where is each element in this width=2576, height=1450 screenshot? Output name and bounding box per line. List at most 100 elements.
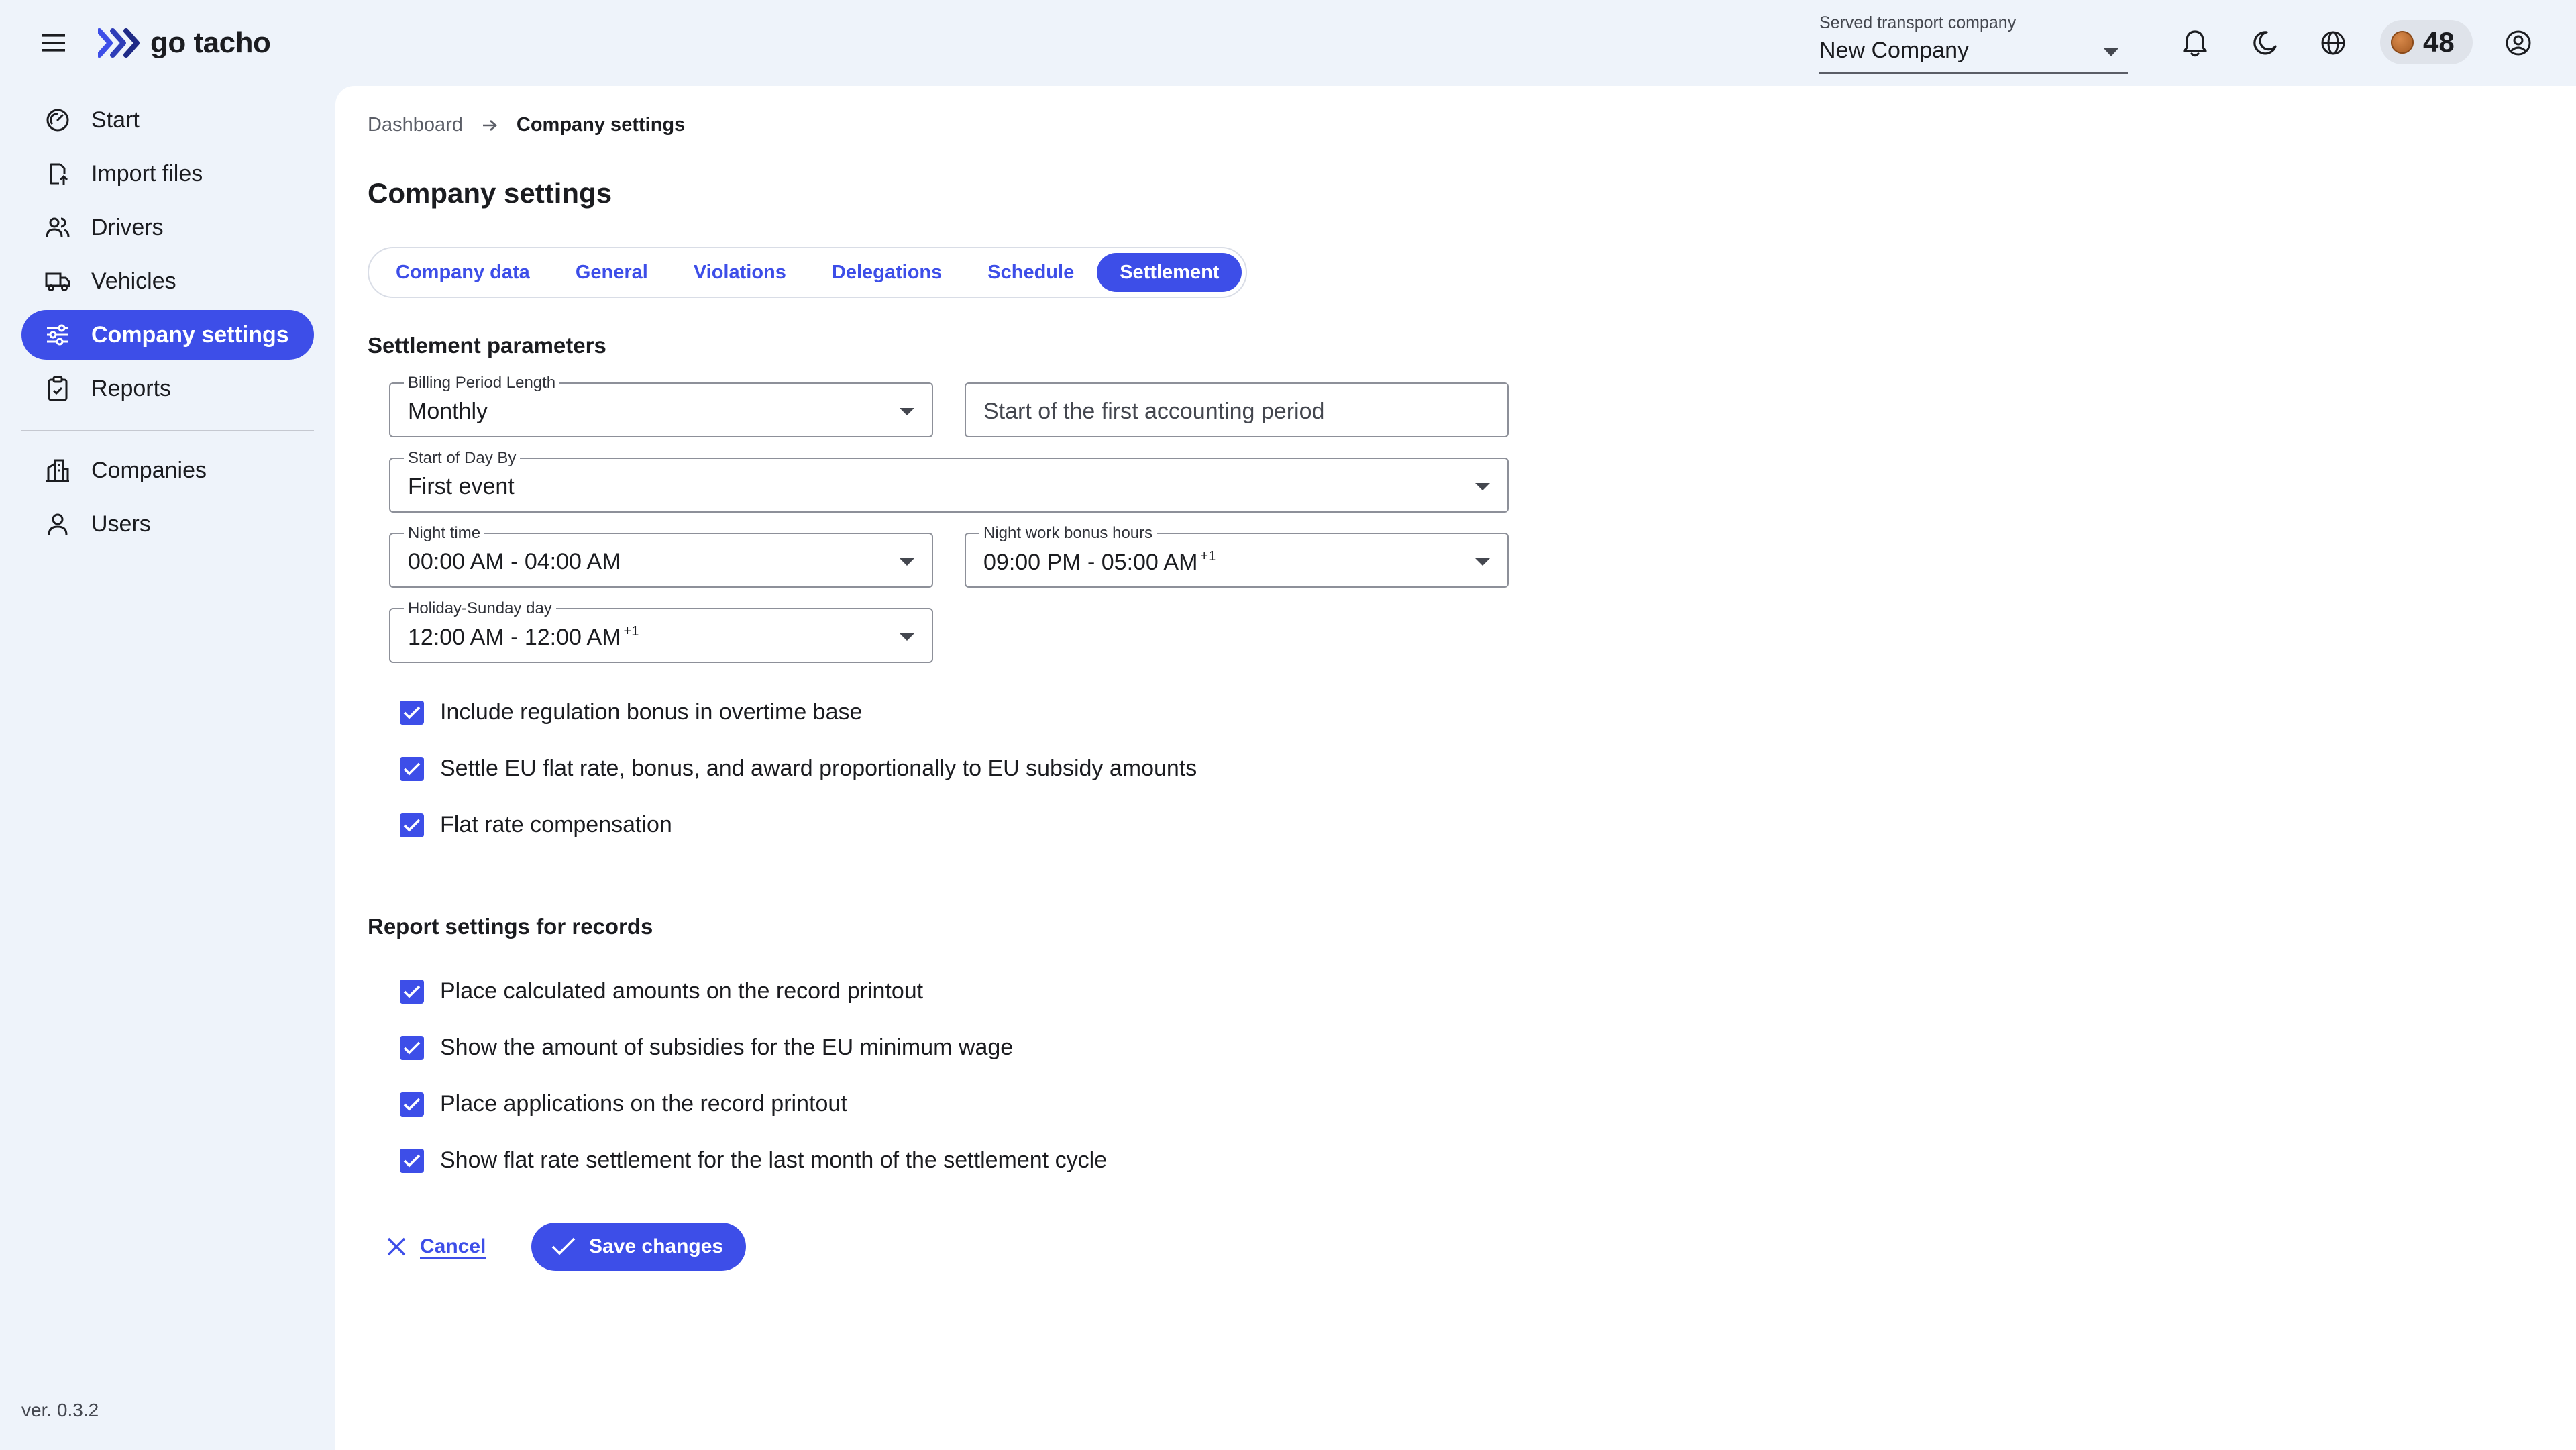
credits-count: 48 [2423, 26, 2455, 58]
sidebar-item-label: Companies [91, 457, 207, 483]
sidebar-item-import-files[interactable]: Import files [21, 149, 314, 199]
night-bonus-value-wrap: 09:00 PM - 05:00 AM +1 [983, 549, 1216, 576]
checkbox-checked-icon[interactable] [400, 700, 424, 725]
account-button[interactable] [2502, 27, 2534, 59]
checkbox-label: Show the amount of subsidies for the EU … [440, 1035, 1014, 1060]
tab-schedule[interactable]: Schedule [965, 253, 1097, 292]
people-icon [44, 214, 71, 241]
checkbox-label: Flat rate compensation [440, 812, 672, 837]
tab-violations[interactable]: Violations [671, 253, 809, 292]
sidebar-item-drivers[interactable]: Drivers [21, 203, 314, 252]
sidebar-item-users[interactable]: Users [21, 499, 314, 549]
moon-icon [2253, 31, 2277, 55]
served-company-label: Served transport company [1819, 13, 2017, 32]
served-company-select[interactable]: Served transport company New Company [1819, 11, 2128, 74]
checkbox-applications[interactable]: Place applications on the record printou… [400, 1091, 847, 1117]
language-button[interactable] [2317, 27, 2349, 59]
night-time-value: 00:00 AM - 04:00 AM [408, 549, 621, 574]
checkbox-eu-proportional[interactable]: Settle EU flat rate, bonus, and award pr… [400, 756, 1197, 782]
first-accounting-period-field[interactable] [965, 382, 1509, 437]
main-content: Dashboard Company settings Company setti… [335, 86, 2576, 1450]
globe-icon [2321, 31, 2345, 55]
dark-mode-button[interactable] [2249, 27, 2281, 59]
checkbox-eu-subsidies[interactable]: Show the amount of subsidies for the EU … [400, 1035, 1013, 1061]
start-of-day-value: First event [408, 474, 515, 499]
checkbox-checked-icon[interactable] [400, 979, 424, 1004]
save-label: Save changes [589, 1235, 724, 1257]
billing-period-select[interactable]: Billing Period Length Monthly [389, 374, 933, 437]
sidebar-item-companies[interactable]: Companies [21, 446, 314, 495]
sidebar-item-start[interactable]: Start [21, 95, 314, 145]
truck-icon [44, 268, 71, 295]
page-title: Company settings [368, 177, 612, 209]
logo-chevrons-icon [98, 28, 140, 58]
sliders-icon [44, 321, 71, 348]
breadcrumb: Dashboard Company settings [368, 114, 685, 136]
app-logo[interactable]: go tacho [98, 23, 271, 63]
building-icon [44, 457, 71, 484]
close-icon [387, 1237, 406, 1256]
speedometer-icon [44, 107, 71, 134]
file-import-icon [44, 160, 71, 187]
top-bar: go tacho Served transport company New Co… [0, 0, 2576, 86]
clipboard-icon [44, 375, 71, 402]
menu-button[interactable] [38, 27, 70, 59]
first-accounting-period-input[interactable] [983, 399, 1493, 425]
sidebar-item-label: Vehicles [91, 268, 176, 294]
night-bonus-value: 09:00 PM - 05:00 AM [983, 550, 1198, 575]
tab-company-data[interactable]: Company data [373, 253, 553, 292]
night-time-select[interactable]: Night time 00:00 AM - 04:00 AM [389, 524, 933, 588]
dropdown-arrow-icon [900, 633, 914, 641]
coin-icon [2391, 31, 2414, 54]
checkbox-label: Place calculated amounts on the record p… [440, 978, 924, 1004]
sidebar-item-label: Start [91, 107, 140, 133]
sidebar-item-vehicles[interactable]: Vehicles [21, 256, 314, 306]
tab-general[interactable]: General [553, 253, 671, 292]
sidebar-item-label: Users [91, 511, 151, 537]
checkbox-checked-icon[interactable] [400, 1035, 424, 1060]
checkbox-label: Include regulation bonus in overtime bas… [440, 699, 863, 725]
checkbox-checked-icon[interactable] [400, 1148, 424, 1173]
dropdown-arrow-icon [900, 558, 914, 566]
sidebar-item-reports[interactable]: Reports [21, 364, 314, 413]
chevron-down-icon [2104, 48, 2118, 56]
sidebar-item-company-settings[interactable]: Company settings [21, 310, 314, 360]
bell-icon [2183, 30, 2207, 57]
sidebar-item-label: Drivers [91, 214, 164, 240]
checkbox-checked-icon[interactable] [400, 813, 424, 837]
tab-delegations[interactable]: Delegations [809, 253, 965, 292]
checkbox-label: Show flat rate settlement for the last m… [440, 1147, 1108, 1173]
settlement-section-title: Settlement parameters [368, 333, 606, 358]
sidebar-item-label: Company settings [91, 321, 289, 348]
checkbox-flat-rate-last-month[interactable]: Show flat rate settlement for the last m… [400, 1147, 1107, 1174]
breadcrumb-current: Company settings [516, 114, 686, 136]
sidebar-item-label: Import files [91, 160, 203, 187]
tab-settlement[interactable]: Settlement [1097, 253, 1242, 292]
checkbox-regulation-bonus[interactable]: Include regulation bonus in overtime bas… [400, 699, 862, 725]
checkbox-label: Place applications on the record printou… [440, 1091, 847, 1117]
cancel-button[interactable]: Cancel [386, 1227, 486, 1267]
checkbox-flat-rate-compensation[interactable]: Flat rate compensation [400, 812, 672, 838]
notifications-button[interactable] [2179, 27, 2211, 59]
breadcrumb-dashboard[interactable]: Dashboard [368, 114, 463, 136]
save-changes-button[interactable]: Save changes [531, 1223, 747, 1271]
report-settings-section-title: Report settings for records [368, 914, 653, 939]
arrow-right-icon [482, 119, 497, 131]
app-version: ver. 0.3.2 [21, 1400, 99, 1420]
holiday-sunday-select[interactable]: Holiday-Sunday day 12:00 AM - 12:00 AM +1 [389, 599, 933, 663]
night-bonus-hours-select[interactable]: Night work bonus hours 09:00 PM - 05:00 … [965, 524, 1509, 588]
check-icon [551, 1237, 576, 1255]
night-bonus-label: Night work bonus hours [979, 524, 1157, 543]
account-circle-icon [2506, 30, 2531, 56]
dropdown-arrow-icon [1475, 483, 1490, 490]
checkbox-checked-icon[interactable] [400, 756, 424, 781]
cancel-label: Cancel [420, 1235, 486, 1257]
dropdown-arrow-icon [900, 408, 914, 415]
start-of-day-select[interactable]: Start of Day By First event [389, 449, 1509, 513]
next-day-suffix: +1 [623, 624, 639, 639]
checkbox-checked-icon[interactable] [400, 1092, 424, 1117]
sidebar-item-label: Reports [91, 375, 172, 401]
checkbox-calculated-amounts[interactable]: Place calculated amounts on the record p… [400, 978, 923, 1004]
credits-badge[interactable]: 48 [2380, 20, 2473, 64]
menu-icon [42, 34, 65, 52]
